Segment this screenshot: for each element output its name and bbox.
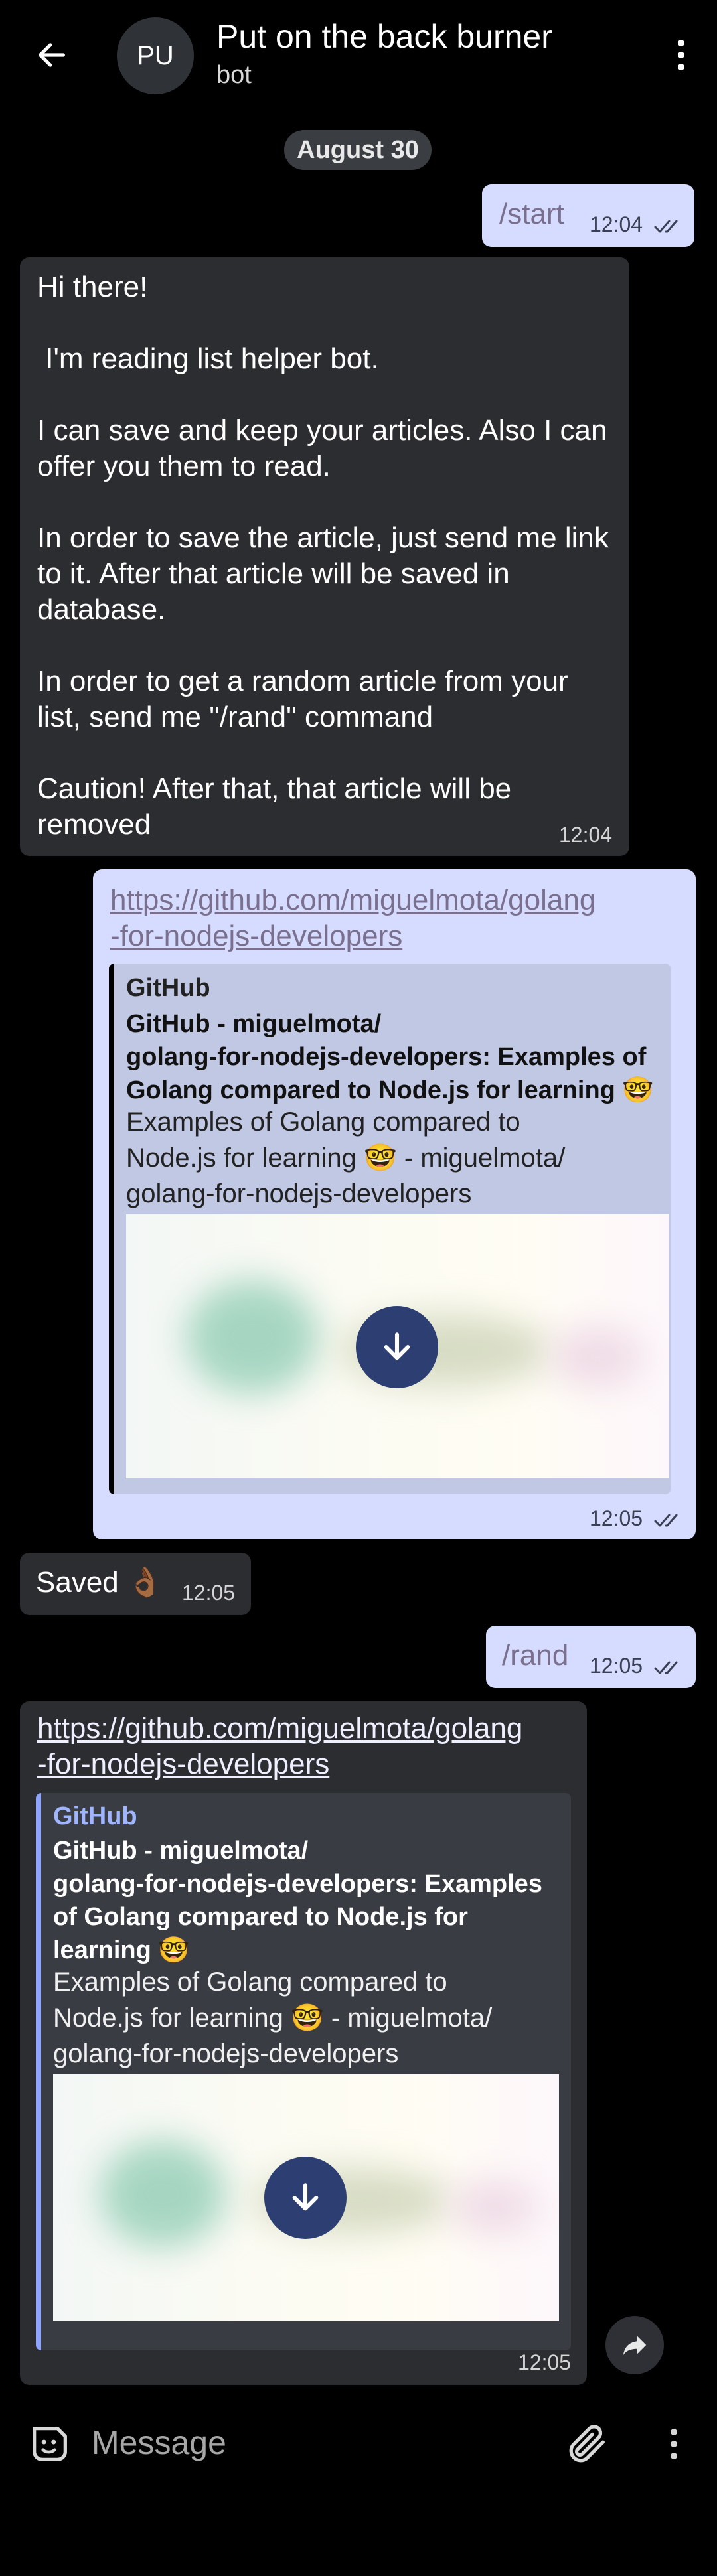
message-time: 12:04 (590, 212, 643, 236)
incoming-message-intro[interactable]: Hi there! I'm reading list helper bot. I… (20, 257, 629, 856)
message-meta: 12:05 (590, 1506, 684, 1531)
message-input[interactable] (90, 2418, 524, 2467)
double-check-icon (654, 1514, 678, 1527)
date-separator: August 30 (284, 130, 432, 170)
preview-image[interactable] (126, 1214, 669, 1478)
chat-title[interactable]: Put on the back burner (216, 17, 552, 56)
outgoing-message-rand[interactable]: /rand 12:05 (486, 1626, 696, 1688)
composer-more-button[interactable] (654, 2421, 694, 2467)
message-meta: 12:04 (590, 212, 684, 237)
message-time: 12:05 (590, 1506, 643, 1530)
avatar-initials: PU (137, 40, 174, 70)
message-text[interactable]: Hi there! I'm reading list helper bot. I… (37, 269, 612, 843)
link-line[interactable]: -for-nodejs-developers (37, 1747, 522, 1782)
attach-button[interactable] (564, 2421, 611, 2467)
arrow-left-icon (39, 43, 65, 67)
link-line[interactable]: https://github.com/miguelmota/golang (110, 883, 596, 918)
preview-site-name: GitHub (53, 1802, 137, 1830)
link-preview[interactable]: GitHub GitHub - miguelmota/ golang-for-n… (36, 1793, 571, 2350)
preview-description: Examples of Golang compared to Node.js f… (53, 1968, 493, 2068)
message-text[interactable]: Saved 👌🏾 (36, 1565, 163, 1601)
more-options-button[interactable] (661, 32, 701, 78)
preview-title: GitHub - miguelmota/ golang-for-nodejs-d… (53, 1837, 542, 1964)
outgoing-message-start[interactable]: /start 12:04 (482, 184, 694, 247)
download-arrow-icon (384, 1332, 410, 1360)
download-arrow-icon (292, 2183, 319, 2211)
message-time: 12:04 (559, 823, 613, 847)
more-vertical-icon (671, 2429, 677, 2459)
preview-description: Examples of Golang compared to Node.js f… (126, 1108, 566, 1208)
emoji-button[interactable] (27, 2421, 73, 2467)
back-button[interactable] (25, 32, 78, 78)
more-vertical-icon (678, 40, 684, 70)
message-time: 12:05 (518, 2350, 572, 2374)
link-preview[interactable]: GitHub GitHub - miguelmota/ golang-for-n… (109, 964, 671, 1494)
double-check-icon (654, 1661, 678, 1674)
chat-subtitle: bot (216, 61, 252, 89)
incoming-message-link[interactable]: https://github.com/miguelmota/golang -fo… (20, 1701, 587, 2385)
outgoing-message-link[interactable]: https://github.com/miguelmota/golang -fo… (93, 869, 696, 1539)
message-composer (0, 2401, 717, 2483)
message-text[interactable]: /rand (502, 1638, 568, 1674)
download-button[interactable] (356, 1306, 438, 1388)
message-link[interactable]: https://github.com/miguelmota/golang -fo… (110, 883, 596, 954)
preview-title: GitHub - miguelmota/ golang-for-nodejs-d… (126, 1010, 654, 1104)
chat-header: PU Put on the back burner bot (0, 0, 717, 113)
message-link[interactable]: https://github.com/miguelmota/golang -fo… (37, 1711, 522, 1782)
share-forward-icon (623, 2336, 647, 2356)
paperclip-icon (569, 2425, 605, 2463)
sticker-emoji-icon (33, 2427, 67, 2461)
preview-image[interactable] (53, 2074, 559, 2321)
download-button[interactable] (264, 2157, 347, 2239)
double-check-icon (654, 220, 678, 233)
message-time: 12:05 (182, 1581, 236, 1605)
incoming-message-saved[interactable]: Saved 👌🏾 12:05 (20, 1553, 251, 1615)
preview-site-name: GitHub (126, 974, 210, 1002)
message-text[interactable]: /start (499, 196, 564, 232)
link-line[interactable]: -for-nodejs-developers (110, 918, 596, 954)
message-meta: 12:05 (590, 1654, 684, 1678)
share-button[interactable] (605, 2316, 664, 2374)
link-line[interactable]: https://github.com/miguelmota/golang (37, 1711, 522, 1747)
avatar[interactable]: PU (117, 17, 194, 94)
message-time: 12:05 (590, 1654, 643, 1678)
